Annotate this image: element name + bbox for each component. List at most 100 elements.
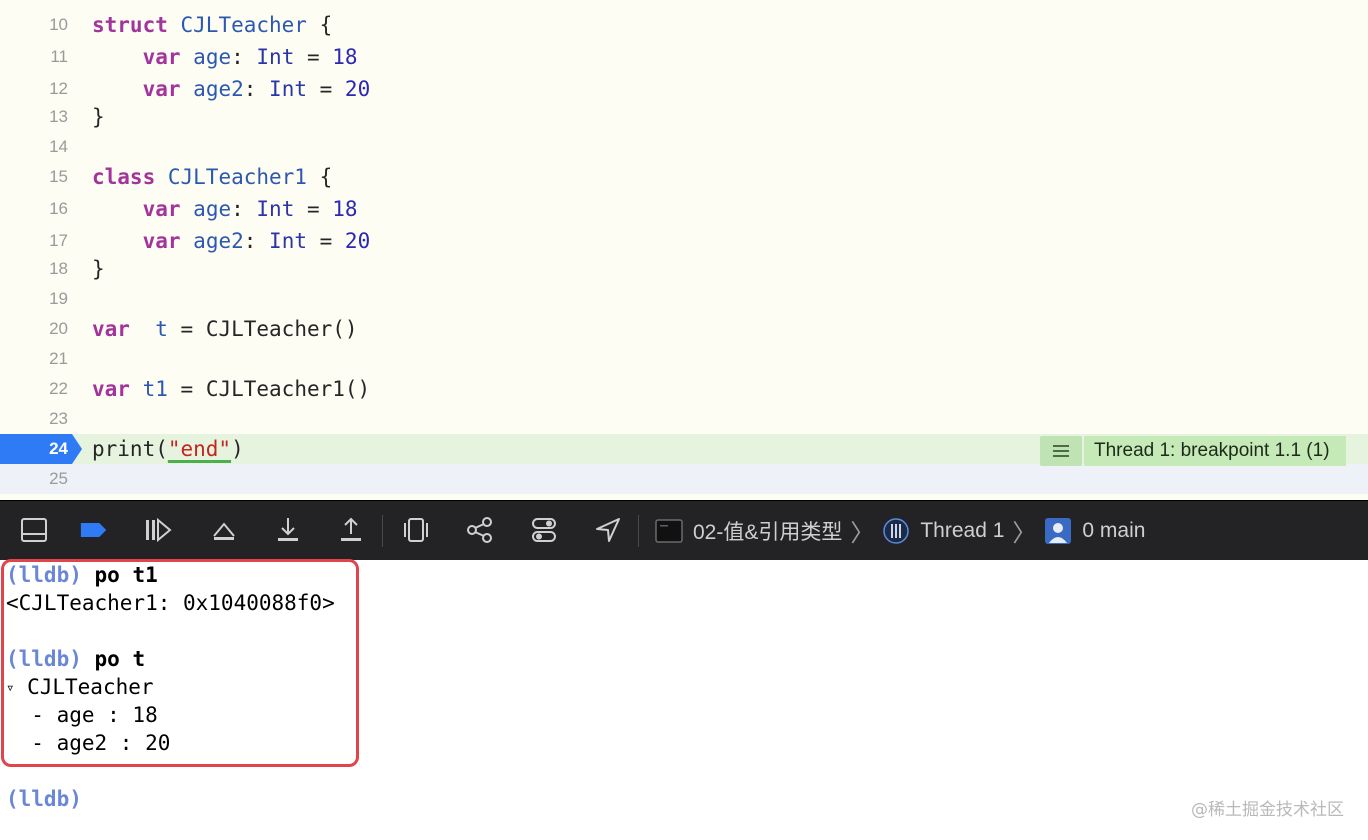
code-token: ) [231, 437, 244, 461]
code-token: = [306, 229, 345, 253]
line-number: 15 [49, 167, 68, 186]
code-token: 18 [332, 197, 358, 221]
code-editor[interactable]: 10 struct CJLTeacher {11 var age: Int = 1… [0, 0, 1368, 500]
code-token: } [92, 257, 105, 281]
code-token: age2 [193, 77, 244, 101]
line-number: 11 [50, 47, 68, 66]
toolbar-divider [638, 515, 639, 547]
code-token: { [306, 165, 333, 189]
code-line[interactable]: 10 struct CJLTeacher { [0, 10, 1368, 40]
hide-console-icon[interactable] [20, 516, 48, 544]
line-number: 20 [49, 319, 68, 338]
debug-breadcrumb: 02-值&引用类型 〉 Thread 1 〉 0 main [655, 501, 1145, 560]
code-token: age [193, 45, 232, 69]
thread-status-badge[interactable]: Thread 1: breakpoint 1.1 (1) [1040, 436, 1346, 466]
code-text: var t = CJLTeacher() [92, 314, 358, 344]
code-token: = CJLTeacher() [167, 317, 358, 341]
code-token: t [155, 317, 168, 341]
code-line[interactable]: 18} [0, 254, 1368, 284]
simulate-location-icon[interactable] [594, 516, 622, 544]
code-line[interactable]: 23 [0, 404, 1368, 434]
memory-graph-icon[interactable] [466, 516, 494, 544]
code-token: CJLTeacher1 [167, 165, 307, 189]
code-token: t1 [142, 377, 168, 401]
code-text: var age2: Int = 20 [92, 74, 371, 104]
code-text: } [92, 254, 105, 284]
highlight-annotation-box [1, 559, 359, 767]
breakpoint-marker-icon[interactable]: 24 [0, 434, 82, 464]
code-line[interactable]: 19 [0, 284, 1368, 314]
line-number: 13 [49, 107, 68, 126]
code-token: var [142, 229, 181, 253]
crumb-target[interactable]: 02-值&引用类型 [693, 516, 842, 546]
lldb-prompt: (lldb) [6, 787, 82, 811]
code-text: } [92, 102, 105, 132]
code-token: "end" [167, 437, 232, 461]
step-over-icon[interactable] [210, 516, 238, 544]
code-text: var age: Int = 18 [92, 194, 358, 224]
code-token: var [92, 317, 130, 341]
line-number: 22 [49, 379, 68, 398]
code-line[interactable]: 16 var age: Int = 18 [0, 194, 1368, 224]
code-line[interactable]: 21 [0, 344, 1368, 374]
code-token: var [92, 377, 130, 401]
code-token: : [243, 229, 270, 253]
code-token: class [92, 165, 156, 189]
code-token: age [193, 197, 232, 221]
chevron-right-icon: 〉 [1012, 520, 1037, 547]
line-number: 19 [49, 289, 68, 308]
line-number: 10 [49, 15, 68, 34]
code-token: Int [269, 77, 307, 101]
code-line[interactable]: 11 var age: Int = 18 [0, 42, 1368, 72]
watermark: @稀土掘金技术社区 [1191, 800, 1344, 820]
badge-menu-icon[interactable] [1040, 436, 1082, 466]
code-line[interactable]: 15 class CJLTeacher1 { [0, 162, 1368, 192]
environment-overrides-icon[interactable] [530, 516, 558, 544]
code-token: : [231, 197, 257, 221]
line-number: 18 [49, 259, 68, 278]
view-hierarchy-icon[interactable] [402, 516, 430, 544]
code-token: age2 [193, 229, 244, 253]
line-number: 12 [49, 79, 68, 98]
code-line[interactable]: 25 [0, 464, 1368, 494]
code-text: class CJLTeacher1 { [92, 162, 332, 192]
code-token: : [231, 45, 257, 69]
crumb-thread[interactable]: Thread 1 [920, 519, 1004, 543]
stack-frame-icon [1045, 517, 1072, 544]
code-text: struct CJLTeacher { [92, 10, 332, 40]
code-line[interactable]: 12 var age2: Int = 20 [0, 74, 1368, 104]
line-number: 14 [49, 137, 68, 156]
code-line[interactable]: 22 var t1 = CJLTeacher1() [0, 374, 1368, 404]
code-token: var [142, 77, 181, 101]
code-token: struct [92, 13, 168, 37]
code-token: : [243, 77, 270, 101]
thread-icon [883, 517, 910, 544]
step-out-icon[interactable] [337, 516, 365, 544]
code-text: var t1 = CJLTeacher1() [92, 374, 370, 404]
code-line[interactable]: 20 var t = CJLTeacher() [0, 314, 1368, 344]
code-token: Int [256, 197, 295, 221]
code-token: = CJLTeacher1() [167, 377, 371, 401]
code-line[interactable]: 13} [0, 102, 1368, 132]
code-line[interactable]: 14 [0, 132, 1368, 162]
toolbar-divider [382, 515, 383, 547]
console-line: (lldb) [6, 785, 82, 813]
code-token: = [306, 77, 345, 101]
code-line[interactable]: 17 var age2: Int = 20 [0, 226, 1368, 256]
step-into-icon[interactable] [274, 516, 302, 544]
breakpoint-toggle-icon[interactable] [80, 516, 108, 544]
code-token: = [294, 197, 333, 221]
crumb-frame[interactable]: 0 main [1082, 519, 1145, 543]
continue-icon[interactable] [144, 516, 172, 544]
